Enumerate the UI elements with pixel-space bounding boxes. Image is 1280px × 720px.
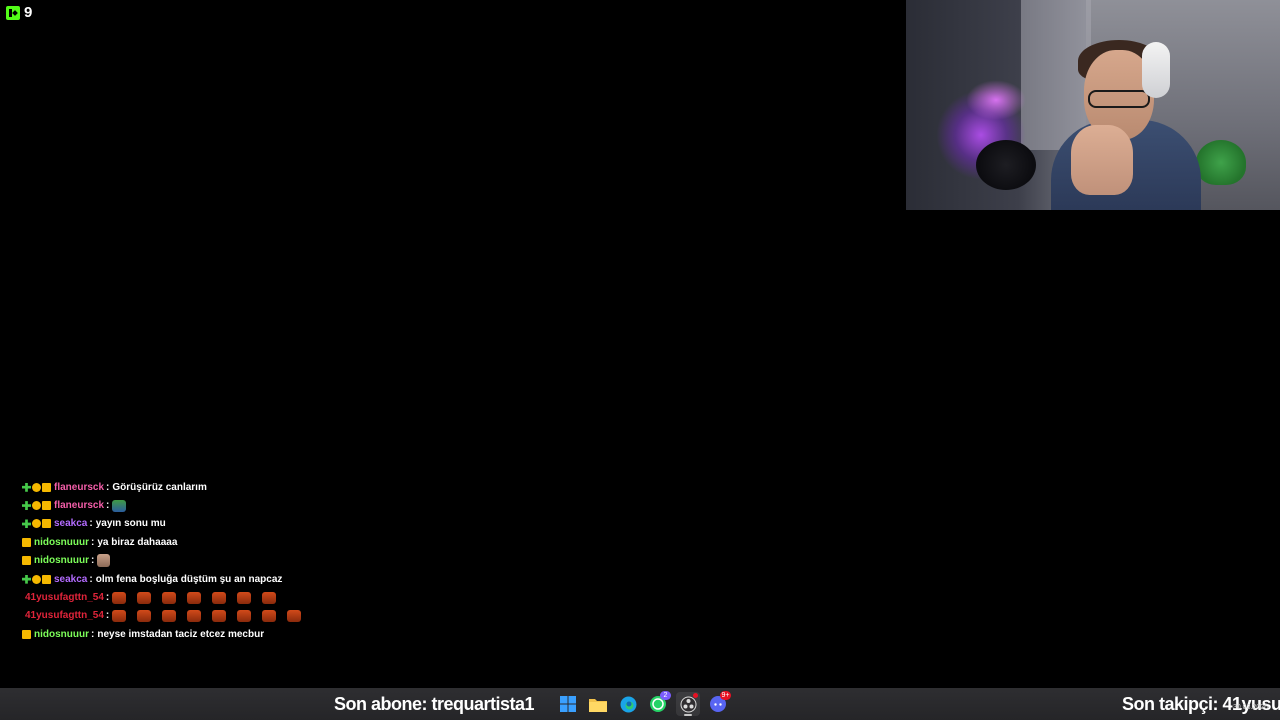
chat-message: flaneursck: xyxy=(22,496,442,514)
obs-recording-dot xyxy=(693,693,698,698)
chat-text: neyse imstadan taciz etcez mecbur xyxy=(97,628,265,640)
fire-emote-icon xyxy=(212,591,227,604)
sub-badge-icon xyxy=(22,556,31,566)
pepe-emote-icon xyxy=(112,499,127,512)
chat-username[interactable]: 41yusufagttn_54 xyxy=(25,592,104,603)
chat-message: nidosnuuur: ya biraz dahaaaa xyxy=(22,533,442,551)
chat-username[interactable]: seakca xyxy=(54,518,87,529)
sub-badge-icon xyxy=(42,519,51,529)
sub-badge-icon xyxy=(42,482,51,492)
og-badge-icon xyxy=(22,574,31,584)
fire-emote-icon xyxy=(112,609,127,622)
stream-overlay: 9 flaneursck: Görüşürüz canlarım flaneursc… xyxy=(0,0,1280,720)
fire-emote-icon xyxy=(262,609,277,622)
chat-text: Görüşürüz canlarım xyxy=(112,481,207,493)
streamer-webcam xyxy=(906,0,1280,210)
chat-text: yayın sonu mu xyxy=(95,518,166,530)
chat-separator: : xyxy=(106,481,110,493)
fire-emote-icon xyxy=(162,591,177,604)
chat-text: ya biraz dahaaaa xyxy=(97,536,178,548)
chat-badges xyxy=(22,519,51,529)
chat-message: 41yusufagttn_54: xyxy=(22,588,442,606)
taskbar-clock-date: 30.03.2026 xyxy=(1232,704,1268,711)
chat-separator: : xyxy=(106,500,110,512)
chat-separator: : xyxy=(91,628,95,640)
chat-message: seakca: yayın sonu mu xyxy=(22,515,442,533)
obs-icon[interactable] xyxy=(676,692,700,716)
chat-badges xyxy=(22,537,31,547)
discord-icon[interactable]: 9+ xyxy=(706,691,731,716)
chat-message: flaneursck: Görüşürüz canlarım xyxy=(22,478,442,496)
sub-badge-icon xyxy=(42,574,51,584)
whatsapp-icon[interactable]: 2 xyxy=(646,691,671,716)
og-badge-icon xyxy=(22,501,31,511)
chat-message: nidosnuuur: neyse imstadan taciz etcez me… xyxy=(22,625,442,643)
fire-emote-icon xyxy=(187,609,202,622)
chat-badges xyxy=(22,629,31,639)
edge-browser-icon[interactable] xyxy=(616,692,640,716)
kick-logo-icon xyxy=(6,5,20,20)
founder-badge-icon xyxy=(32,519,41,529)
chat-separator: : xyxy=(89,518,93,530)
chat-username[interactable]: 41yusufagttn_54 xyxy=(25,610,104,621)
sub-badge-icon xyxy=(22,537,31,547)
last-subscriber-label: Son abone: trequartista1 xyxy=(334,694,535,714)
file-explorer-icon[interactable] xyxy=(586,692,610,716)
whatsapp-badge: 2 xyxy=(660,691,671,700)
chat-text: olm fena boşluğa düştüm şu an napcaz xyxy=(95,573,283,585)
fire-emote-icon xyxy=(212,609,227,622)
fire-emote-icon xyxy=(287,609,302,622)
fire-emote-icon xyxy=(262,591,277,604)
chat-username[interactable]: flaneursck xyxy=(54,500,104,511)
fire-emote-icon xyxy=(187,591,202,604)
chat-username[interactable]: seakca xyxy=(54,574,87,585)
discord-badge: 9+ xyxy=(720,691,731,700)
chat-separator: : xyxy=(105,592,110,604)
fire-emote-icon xyxy=(112,591,127,604)
chat-badges xyxy=(22,501,51,511)
chat-badges xyxy=(22,574,51,584)
chat-username[interactable]: flaneursck xyxy=(54,482,104,493)
chat-badges xyxy=(22,482,51,492)
chat-username[interactable]: nidosnuuur xyxy=(34,629,89,640)
fire-emote-icon xyxy=(162,609,177,622)
sub-badge-icon xyxy=(42,501,51,511)
fire-emote-icon xyxy=(137,591,152,604)
fire-emote-icon xyxy=(137,609,152,622)
chat-overlay: flaneursck: Görüşürüz canlarım flaneursck:… xyxy=(22,478,442,644)
founder-badge-icon xyxy=(32,501,41,511)
face-emote-icon xyxy=(97,554,111,568)
sub-badge-icon xyxy=(22,629,31,639)
og-badge-icon xyxy=(22,519,31,529)
chat-badges xyxy=(22,556,31,566)
chat-separator: : xyxy=(105,610,110,622)
taskbar: 2 9+ xyxy=(556,691,731,716)
founder-badge-icon xyxy=(32,482,41,492)
chat-separator: : xyxy=(89,573,93,585)
founder-badge-icon xyxy=(32,574,41,584)
bottom-bar: Son abone: trequartista1 2 9+ Son takipç… xyxy=(0,688,1280,720)
chat-separator: : xyxy=(91,555,95,567)
fire-emote-icon xyxy=(237,609,252,622)
chat-message: nidosnuuur: xyxy=(22,552,442,570)
chat-username[interactable]: nidosnuuur xyxy=(34,555,89,566)
viewer-count: 9 xyxy=(24,4,33,21)
chat-separator: : xyxy=(91,536,95,548)
og-badge-icon xyxy=(22,482,31,492)
fire-emote-icon xyxy=(237,591,252,604)
chat-username[interactable]: nidosnuuur xyxy=(34,537,89,548)
chat-message: seakca: olm fena boşluğa düştüm şu an nap… xyxy=(22,570,442,588)
windows-start-icon[interactable] xyxy=(556,692,580,716)
chat-message: 41yusufagttn_54: xyxy=(22,607,442,625)
viewer-counter: 9 xyxy=(6,4,32,21)
